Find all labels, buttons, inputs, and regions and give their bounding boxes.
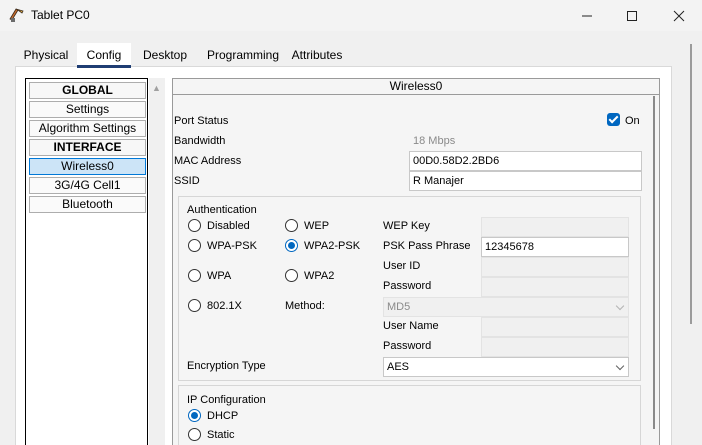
radio-wpa2-psk-label: WPA2-PSK <box>304 240 361 252</box>
radio-802-1x[interactable] <box>188 299 201 312</box>
ip-configuration-group: IP Configuration DHCP Static <box>178 385 641 445</box>
bandwidth-label: Bandwidth <box>174 135 226 147</box>
psk-pass-phrase-label: PSK Pass Phrase <box>383 240 471 252</box>
sidebar-item-algorithm-settings[interactable]: Algorithm Settings <box>29 120 146 137</box>
panel-title: Wireless0 <box>173 79 659 95</box>
encryption-type-value: AES <box>387 361 410 373</box>
wep-key-field[interactable] <box>481 217 629 237</box>
port-status-label: Port Status <box>174 115 229 127</box>
maximize-icon <box>627 10 637 21</box>
encryption-type-select[interactable]: AES <box>383 357 629 377</box>
panel-scrollbar-thumb[interactable] <box>653 96 655 429</box>
tab-desktop[interactable]: Desktop <box>137 43 193 68</box>
user-id-field[interactable] <box>481 257 629 277</box>
radio-static[interactable] <box>188 428 201 441</box>
user-name-label: User Name <box>383 320 439 332</box>
tab-attributes[interactable]: Attributes <box>286 43 348 68</box>
radio-wpa2-label: WPA2 <box>304 270 335 282</box>
encryption-type-label: Encryption Type <box>187 360 266 372</box>
ssid-field[interactable]: R Manajer <box>409 171 642 191</box>
ip-configuration-title: IP Configuration <box>187 394 266 406</box>
psk-pass-phrase-field[interactable]: 12345678 <box>481 237 629 257</box>
radio-disabled-label: Disabled <box>207 220 250 232</box>
chevron-down-icon <box>615 301 625 311</box>
minimize-icon <box>582 15 592 16</box>
radio-wpa2[interactable] <box>285 269 298 282</box>
method-select[interactable]: MD5 <box>383 297 629 317</box>
password-label: Password <box>383 280 432 292</box>
radio-wpa-label: WPA <box>207 270 232 282</box>
tab-programming[interactable]: Programming <box>199 43 287 68</box>
radio-wep[interactable] <box>285 219 298 232</box>
config-sidebar: GLOBAL Settings Algorithm Settings INTER… <box>25 78 148 445</box>
close-icon <box>673 10 685 21</box>
radio-wpa-psk-label: WPA-PSK <box>207 240 257 252</box>
radio-dhcp[interactable] <box>188 409 201 422</box>
window-title: Tablet PC0 <box>31 8 90 22</box>
minimize-button[interactable] <box>564 0 610 31</box>
mac-address-label: MAC Address <box>174 155 242 167</box>
sidebar-header-interface: INTERFACE <box>29 139 146 156</box>
authentication-group: Authentication Disabled WEP WPA-PSK WPA2… <box>178 196 641 381</box>
bandwidth-field: 18 Mbps <box>413 135 456 147</box>
password2-label: Password <box>383 340 432 352</box>
sidebar-item-settings[interactable]: Settings <box>29 101 146 118</box>
authentication-title: Authentication <box>187 204 257 216</box>
chevron-down-icon <box>615 361 625 371</box>
sidebar-item-bluetooth[interactable]: Bluetooth <box>29 196 146 213</box>
ssid-label: SSID <box>174 175 200 187</box>
close-button[interactable] <box>656 0 702 31</box>
sidebar-header-global: GLOBAL <box>29 82 146 99</box>
method-value: MD5 <box>387 301 411 313</box>
password-field[interactable] <box>481 277 629 297</box>
tab-config[interactable]: Config <box>77 43 131 68</box>
panel-scrollbar[interactable] <box>650 96 659 445</box>
port-status-on-label: On <box>625 115 640 127</box>
user-name-field[interactable] <box>481 317 629 337</box>
wep-key-label: WEP Key <box>383 220 430 232</box>
radio-wpa-psk[interactable] <box>188 239 201 252</box>
mac-address-field[interactable]: 00D0.58D2.2BD6 <box>409 151 642 171</box>
radio-wep-label: WEP <box>304 220 330 232</box>
user-id-label: User ID <box>383 260 421 272</box>
radio-dhcp-label: DHCP <box>207 410 239 422</box>
title-bar: Tablet PC0 <box>0 0 702 31</box>
scroll-up-arrow-icon[interactable]: ▲ <box>152 83 161 93</box>
sidebar-scrollbar[interactable]: ▲ <box>149 78 165 445</box>
maximize-button[interactable] <box>609 0 655 31</box>
tab-physical[interactable]: Physical <box>17 43 75 68</box>
password2-field[interactable] <box>481 337 629 357</box>
wireless-panel: Wireless0 Port Status On Bandwidth 18 Mb… <box>172 78 660 445</box>
tablet-app-icon <box>9 8 24 22</box>
radio-wpa2-psk[interactable] <box>285 239 298 252</box>
port-status-checkbox[interactable] <box>607 113 620 126</box>
radio-wpa[interactable] <box>188 269 201 282</box>
sidebar-item-wireless0[interactable]: Wireless0 <box>29 158 146 175</box>
sidebar-item-cell[interactable]: 3G/4G Cell1 <box>29 177 146 194</box>
method-label: Method: <box>285 300 325 312</box>
radio-802-1x-label: 802.1X <box>207 300 242 312</box>
radio-static-label: Static <box>207 429 235 441</box>
window-scrollbar[interactable] <box>690 44 692 324</box>
radio-disabled[interactable] <box>188 219 201 232</box>
